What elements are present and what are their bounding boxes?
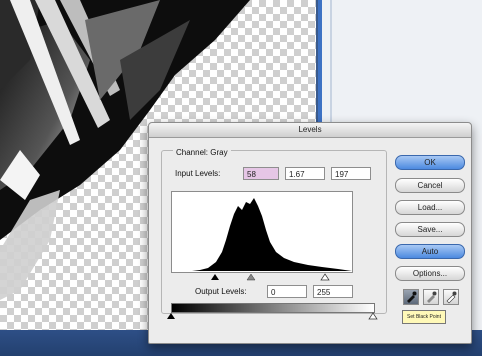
output-white-handle [368,312,378,320]
input-white-field[interactable]: 197 [331,167,371,180]
output-black-field[interactable]: 0 [267,285,307,298]
output-slider[interactable] [167,312,379,320]
options-button[interactable]: Options... [395,266,465,281]
output-white-field[interactable]: 255 [313,285,353,298]
histogram [171,191,353,273]
channel-label: Channel: [176,148,209,157]
channel-value: Gray [210,148,228,157]
auto-button[interactable]: Auto [395,244,465,259]
save-button[interactable]: Save... [395,222,465,237]
eyedropper-black-icon[interactable] [403,289,419,305]
output-black-handle [167,313,175,319]
white-point-handle [320,273,330,281]
input-black-field[interactable]: 58 [243,167,279,180]
output-levels-label: Output Levels: [195,287,247,296]
ok-button[interactable]: OK [395,155,465,170]
input-levels-label: Input Levels: [175,169,221,178]
input-slider[interactable] [171,273,353,281]
eyedropper-gray-icon[interactable] [423,289,439,305]
load-button[interactable]: Load... [395,200,465,215]
tooltip: Set Black Point [402,310,446,324]
black-point-handle [211,274,219,280]
gamma-handle [246,273,256,281]
histogram-fill [172,198,352,271]
dialog-title: Levels [149,123,471,138]
cancel-button[interactable]: Cancel [395,178,465,193]
channel-select[interactable]: Channel: Gray [173,148,231,157]
input-gamma-field[interactable]: 1.67 [285,167,325,180]
eyedropper-white-icon[interactable] [443,289,459,305]
